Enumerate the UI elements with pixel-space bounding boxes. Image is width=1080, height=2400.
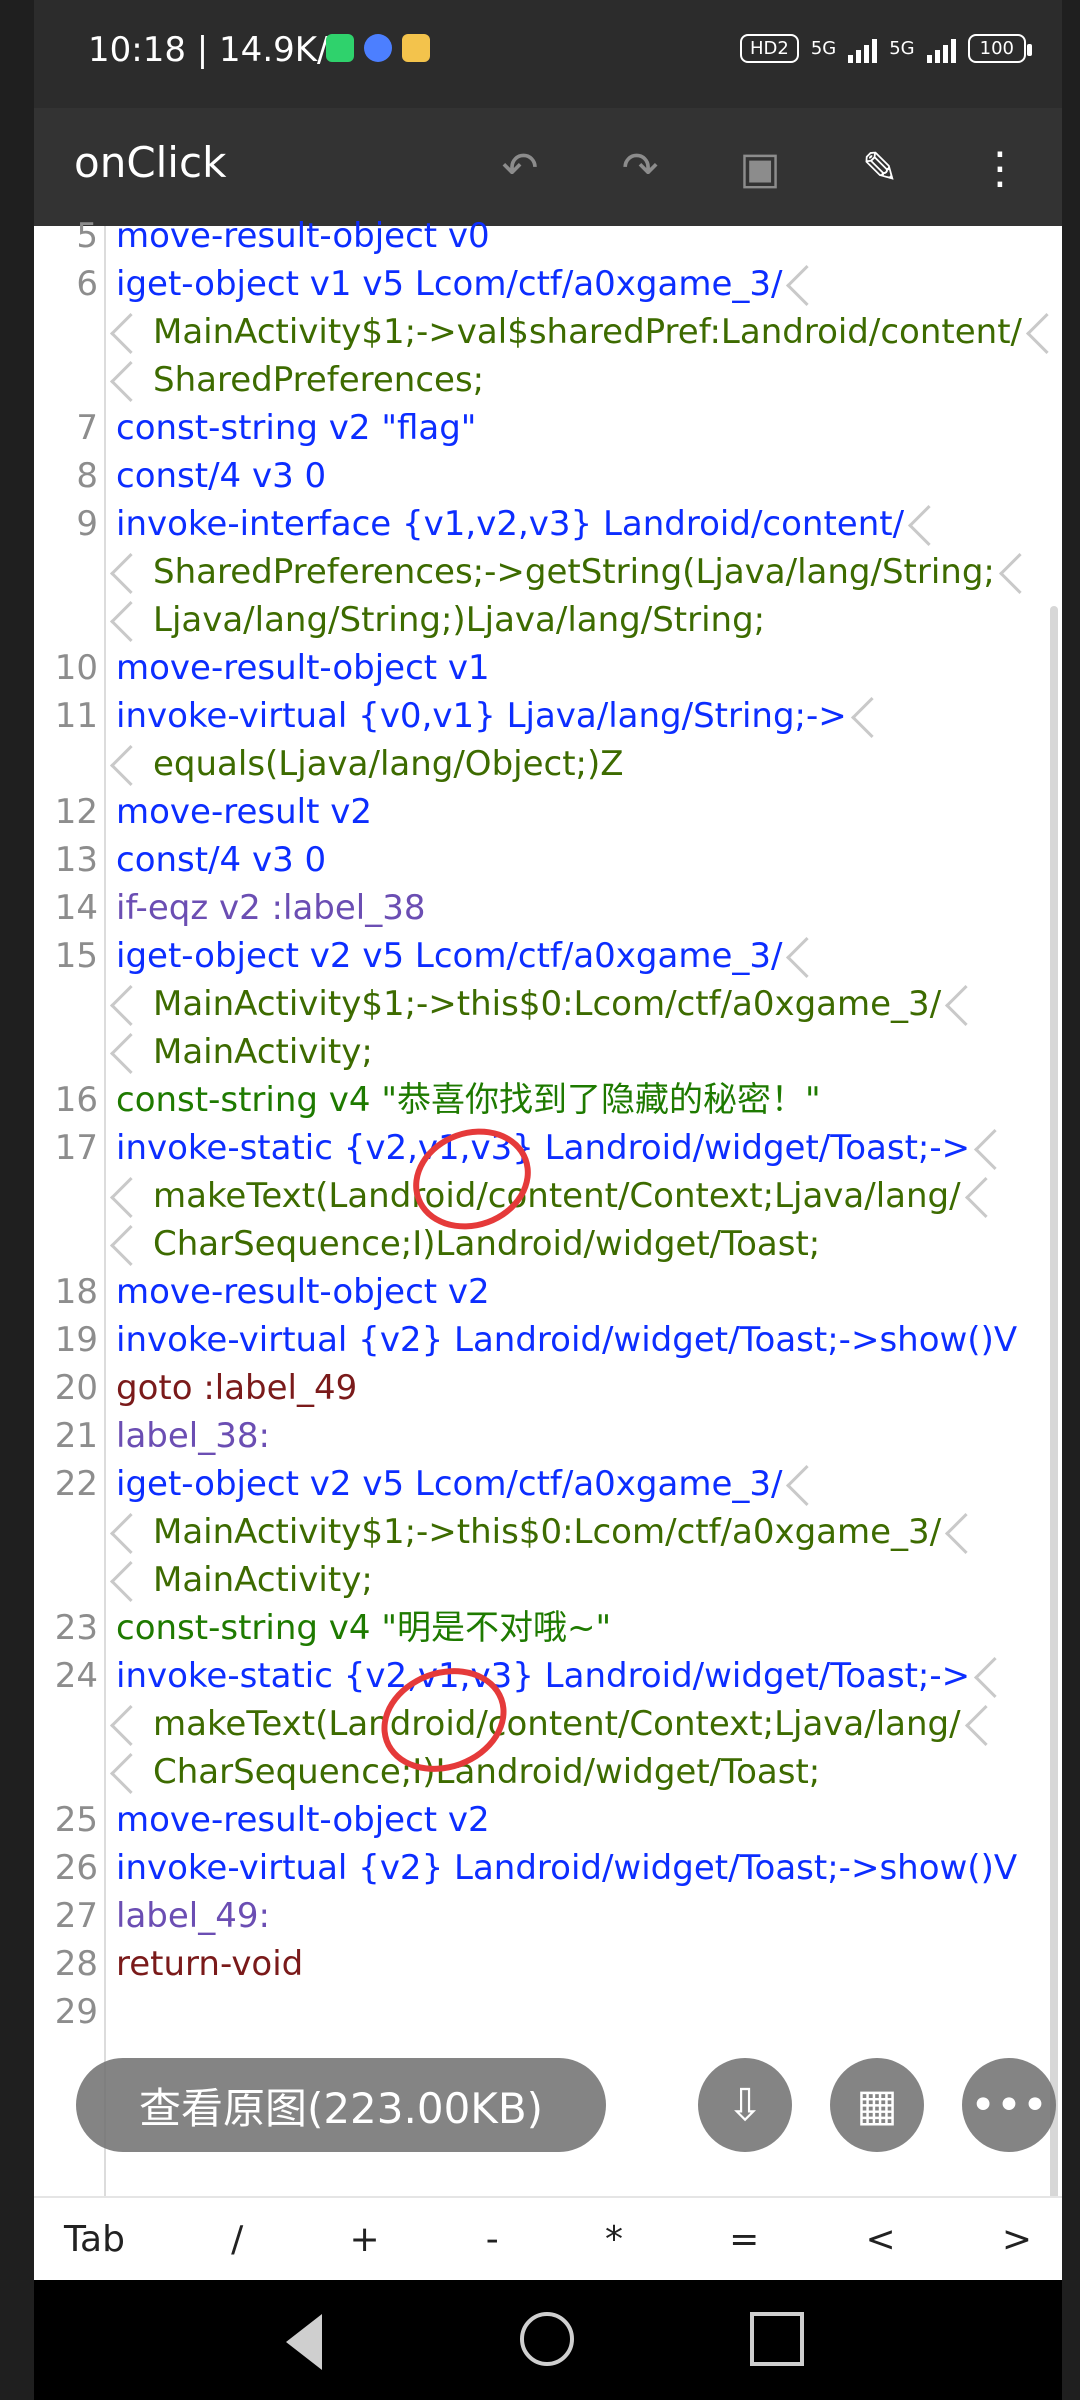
code-line[interactable]: 7 const-string v2 "flag" xyxy=(34,404,1062,452)
status-time: 10:18 | 14.9K/s xyxy=(88,30,347,70)
wechat-icon xyxy=(326,34,354,62)
key-greater-than[interactable]: > xyxy=(1002,2219,1032,2260)
code-line[interactable]: 25 move-result-object v2 xyxy=(34,1796,1062,1844)
code-line[interactable]: 5 move-result-object v0 xyxy=(34,212,1062,260)
symbol-keybar: Tab / + - * = < > xyxy=(34,2196,1062,2280)
code-line[interactable]: 22 iget-object v2 v5 Lcom/ctf/a0xgame_3/ xyxy=(34,1460,1062,1508)
code-line[interactable]: SharedPreferences;->getString(Ljava/lang… xyxy=(34,548,1062,596)
page-title: onClick xyxy=(74,138,227,187)
pencil-icon[interactable]: ✎ xyxy=(848,136,912,200)
code-line[interactable]: 9 invoke-interface {v1,v2,v3} Landroid/co… xyxy=(34,500,1062,548)
save-icon[interactable]: ▣ xyxy=(728,136,792,200)
code-line[interactable]: MainActivity$1;->this$0:Lcom/ctf/a0xgame… xyxy=(34,980,1062,1028)
code-line[interactable]: 24 invoke-static {v2,v1,v3} Landroid/widg… xyxy=(34,1652,1062,1700)
battery-icon: 100 xyxy=(967,34,1033,63)
code-line[interactable]: 14 if-eqz v2 :label_38 xyxy=(34,884,1062,932)
view-original-button[interactable]: 查看原图(223.00KB) xyxy=(76,2058,606,2152)
image-overlay-controls: 查看原图(223.00KB) ⇩ ▦ ••• xyxy=(54,2058,1062,2168)
key-plus[interactable]: + xyxy=(349,2219,379,2260)
app-notification-icon xyxy=(364,34,392,62)
hd-badge: HD2 xyxy=(739,34,799,63)
code-line[interactable]: 10 move-result-object v1 xyxy=(34,644,1062,692)
code-line[interactable]: equals(Ljava/lang/Object;)Z xyxy=(34,740,1062,788)
code-line[interactable]: 11 invoke-virtual {v0,v1} Ljava/lang/Stri… xyxy=(34,692,1062,740)
key-slash[interactable]: / xyxy=(231,2219,243,2260)
redo-icon[interactable]: ↷ xyxy=(608,136,672,200)
grid-icon[interactable]: ▦ xyxy=(830,2058,924,2152)
signal-icon-2 xyxy=(926,35,956,63)
system-nav-bar xyxy=(34,2280,1062,2400)
code-line[interactable]: MainActivity$1;->this$0:Lcom/ctf/a0xgame… xyxy=(34,1508,1062,1556)
code-line[interactable]: SharedPreferences; xyxy=(34,356,1062,404)
app-frame: 10:18 | 14.9K/s HD2 5G 5G 100 onClick ↶ … xyxy=(34,0,1062,2400)
key-less-than[interactable]: < xyxy=(865,2219,895,2260)
status-bar: 10:18 | 14.9K/s HD2 5G 5G 100 xyxy=(34,0,1062,108)
code-line[interactable]: Ljava/lang/String;)Ljava/lang/String; xyxy=(34,596,1062,644)
editor-toolbar: onClick ↶ ↷ ▣ ✎ ⋮ xyxy=(34,108,1062,226)
key-minus[interactable]: - xyxy=(486,2219,499,2260)
code-line[interactable]: 19 invoke-virtual {v2} Landroid/widget/To… xyxy=(34,1316,1062,1364)
more-vertical-icon[interactable]: ⋮ xyxy=(968,136,1032,200)
code-line[interactable]: 6 iget-object v1 v5 Lcom/ctf/a0xgame_3/ xyxy=(34,260,1062,308)
signal-icon-1 xyxy=(848,35,878,63)
code-line[interactable]: 28 return-void xyxy=(34,1940,1062,1988)
code-line[interactable]: 16 const-string v4 "恭喜你找到了隐藏的秘密！" xyxy=(34,1076,1062,1124)
code-line[interactable]: MainActivity$1;->val$sharedPref:Landroid… xyxy=(34,308,1062,356)
code-line[interactable]: 17 invoke-static {v2,v1,v3} Landroid/widg… xyxy=(34,1124,1062,1172)
code-line[interactable]: CharSequence;I)Landroid/widget/Toast; xyxy=(34,1748,1062,1796)
key-asterisk[interactable]: * xyxy=(605,2219,623,2260)
code-line[interactable]: 20 goto :label_49 xyxy=(34,1364,1062,1412)
key-tab[interactable]: Tab xyxy=(64,2219,125,2260)
recent-square-icon[interactable] xyxy=(750,2312,804,2366)
status-right: HD2 5G 5G 100 xyxy=(739,34,1033,63)
back-triangle-icon[interactable] xyxy=(286,2314,322,2370)
download-icon[interactable]: ⇩ xyxy=(698,2058,792,2152)
code-line[interactable]: CharSequence;I)Landroid/widget/Toast; xyxy=(34,1220,1062,1268)
code-line[interactable]: 18 move-result-object v2 xyxy=(34,1268,1062,1316)
code-line[interactable]: makeText(Landroid/content/Context;Ljava/… xyxy=(34,1172,1062,1220)
code-line[interactable]: 27 label_49: xyxy=(34,1892,1062,1940)
code-line[interactable]: MainActivity; xyxy=(34,1028,1062,1076)
code-line[interactable]: 12 move-result v2 xyxy=(34,788,1062,836)
code-line[interactable]: 26 invoke-virtual {v2} Landroid/widget/To… xyxy=(34,1844,1062,1892)
news-icon xyxy=(402,34,430,62)
code-line[interactable]: 29 xyxy=(34,1988,1062,2036)
code-line[interactable]: 13 const/4 v3 0 xyxy=(34,836,1062,884)
home-circle-icon[interactable] xyxy=(520,2312,574,2366)
code-editor[interactable]: 5 move-result-object v0 6 iget-object v1 v… xyxy=(34,216,1062,2400)
network-label-2: 5G xyxy=(889,38,915,59)
code-line[interactable]: 21 label_38: xyxy=(34,1412,1062,1460)
network-label-1: 5G xyxy=(810,38,837,59)
code-line[interactable]: 15 iget-object v2 v5 Lcom/ctf/a0xgame_3/ xyxy=(34,932,1062,980)
code-line[interactable]: MainActivity; xyxy=(34,1556,1062,1604)
code-lines[interactable]: 5 move-result-object v0 6 iget-object v1 v… xyxy=(34,216,1062,2196)
code-line[interactable]: 23 const-string v4 "明是不对哦~" xyxy=(34,1604,1062,1652)
code-line[interactable]: 8 const/4 v3 0 xyxy=(34,452,1062,500)
more-horizontal-icon[interactable]: ••• xyxy=(962,2058,1056,2152)
key-equals[interactable]: = xyxy=(729,2219,759,2260)
undo-icon[interactable]: ↶ xyxy=(488,136,552,200)
code-line[interactable]: makeText(Landroid/content/Context;Ljava/… xyxy=(34,1700,1062,1748)
